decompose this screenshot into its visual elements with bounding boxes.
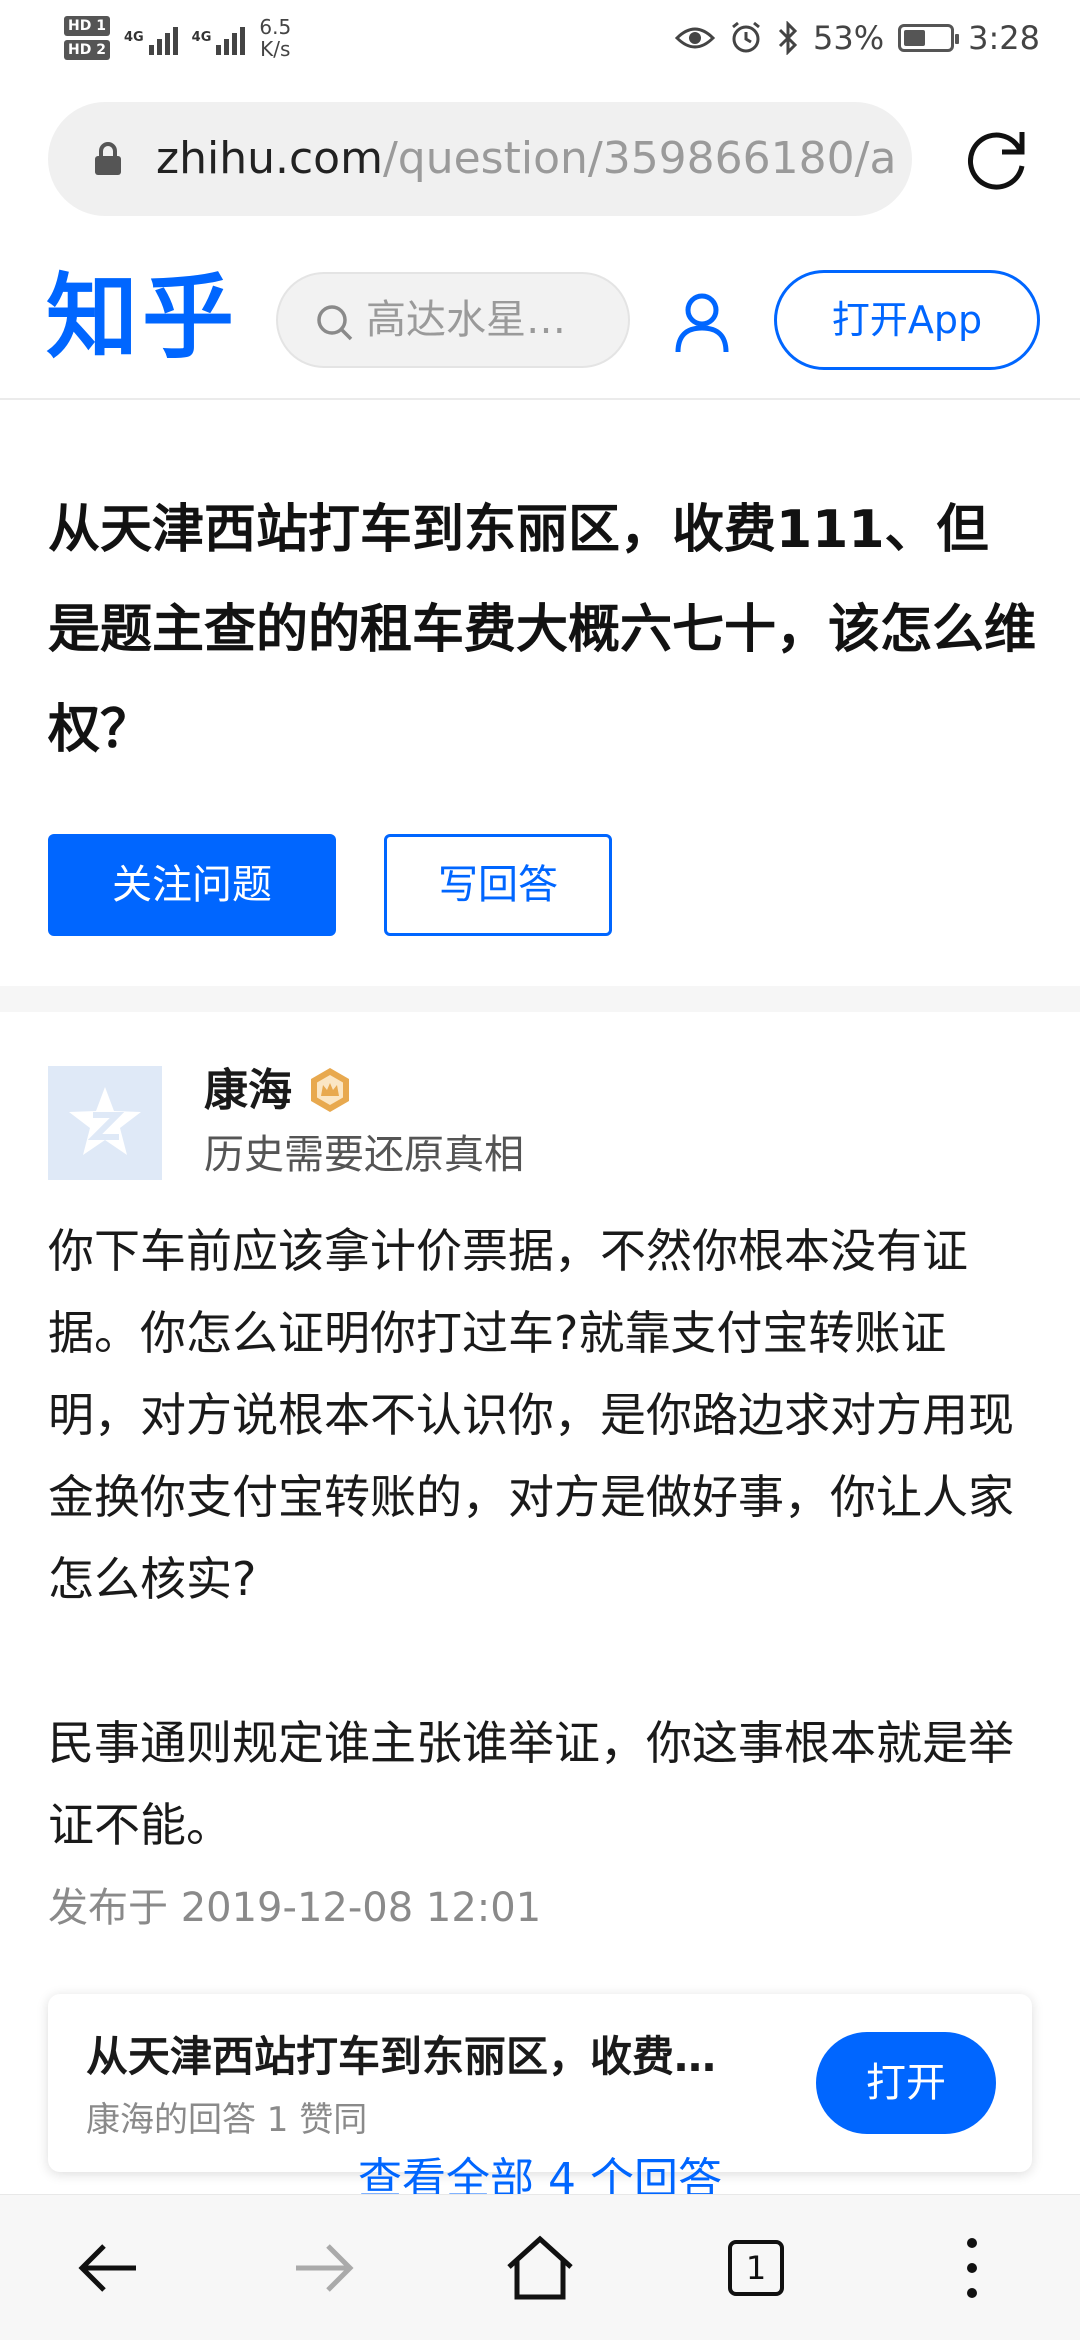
forward-button[interactable] — [264, 2195, 384, 2340]
open-in-app-card[interactable]: 从天津西站打车到东丽区，收费… 康海的回答 1 赞同 打开 — [48, 1994, 1032, 2172]
card-meta: 康海的回答 1 赞同 — [86, 2100, 368, 2140]
back-arrow-icon — [78, 2244, 136, 2292]
zhihu-logo[interactable]: 知乎 — [46, 268, 238, 368]
author-bio: 历史需要还原真相 — [204, 1132, 524, 1178]
signal-icon: 4G — [192, 21, 246, 55]
badge-icon — [311, 1068, 349, 1112]
home-icon — [507, 2235, 573, 2300]
default-avatar-icon — [69, 1087, 141, 1155]
menu-button[interactable] — [912, 2195, 1032, 2340]
status-bar-right: 53% 3:28 — [675, 10, 1040, 66]
site-header: 知乎 高达水星… 打开App — [0, 246, 1080, 400]
answer-paragraph: 你下车前应该拿计价票据，不然你根本没有证据。你怎么证明你打过车?就靠支付宝转账证… — [48, 1224, 1014, 1606]
browser-address-row: zhihu.com/question/359866180/a — [0, 76, 1080, 246]
tabs-button[interactable]: 1 — [696, 2195, 816, 2340]
speed-unit: K/s — [260, 37, 291, 61]
open-app-button[interactable]: 打开App — [774, 270, 1040, 370]
address-bar[interactable]: zhihu.com/question/359866180/a — [48, 102, 912, 216]
tab-count: 1 — [745, 2249, 767, 2287]
lock-icon — [95, 142, 121, 175]
reload-icon[interactable] — [960, 122, 1032, 194]
sim-indicators: HD 1 HD 2 — [64, 16, 110, 60]
sim1-badge: HD 1 — [64, 16, 110, 36]
follow-question-button[interactable]: 关注问题 — [48, 834, 336, 936]
publish-time: 发布于 2019-12-08 12:01 — [48, 1885, 542, 1931]
question-section: 从天津西站打车到东丽区，收费111、但是题主查的的租车费大概六七十，该怎么维权？… — [0, 400, 1080, 986]
question-title[interactable]: 从天津西站打车到东丽区，收费111、但是题主查的的租车费大概六七十，该怎么维权？ — [48, 480, 1038, 780]
avatar[interactable] — [48, 1066, 162, 1180]
battery-icon — [898, 24, 960, 52]
clock: 3:28 — [968, 19, 1040, 57]
answer-content[interactable]: 你下车前应该拿计价票据，不然你根本没有证据。你怎么证明你打过车?就靠支付宝转账证… — [48, 1210, 1038, 1866]
browser-bottom-nav: 1 — [0, 2194, 1080, 2340]
eye-icon — [675, 27, 716, 49]
network-speed: 6.5 K/s — [259, 16, 291, 60]
section-divider — [0, 986, 1080, 1012]
answer-paragraph: 民事通则规定谁主张谁举证，你这事根本就是举证不能。 — [48, 1716, 1014, 1852]
bluetooth-icon — [778, 21, 798, 55]
tab-count-icon: 1 — [728, 2240, 784, 2296]
search-icon — [317, 305, 353, 341]
speed-value: 6.5 — [259, 15, 292, 39]
user-icon[interactable] — [674, 292, 730, 354]
write-answer-button[interactable]: 写回答 — [384, 834, 612, 936]
search-placeholder: 高达水星… — [366, 297, 566, 343]
status-bar: HD 1 HD 2 4G 4G 6.5 K/s 53% 3:28 — [0, 0, 1080, 76]
author-name[interactable]: 康海 — [204, 1064, 292, 1118]
search-input[interactable]: 高达水星… — [276, 272, 630, 368]
battery-level — [904, 30, 925, 46]
answer-item: 康海 历史需要还原真相 你下车前应该拿计价票据，不然你根本没有证据。你怎么证明你… — [0, 1012, 1080, 2192]
status-bar-left: HD 1 HD 2 4G 4G 6.5 K/s — [64, 10, 291, 66]
network-type-label: 4G — [191, 30, 212, 45]
url-host: zhihu.com — [156, 133, 383, 184]
signal-icon: 4G — [124, 21, 178, 55]
network-type-label: 4G — [123, 30, 144, 45]
sim2-badge: HD 2 — [64, 40, 110, 60]
battery-percent: 53% — [813, 19, 885, 57]
back-button[interactable] — [48, 2195, 168, 2340]
alarm-icon — [732, 21, 760, 53]
card-title: 从天津西站打车到东丽区，收费… — [86, 2032, 717, 2081]
card-open-button[interactable]: 打开 — [816, 2032, 996, 2134]
home-button[interactable] — [480, 2195, 600, 2340]
forward-arrow-icon — [296, 2244, 354, 2292]
url-path: /question/359866180/a — [382, 133, 897, 184]
more-vertical-icon — [967, 2238, 977, 2298]
url-text: zhihu.com/question/359866180/a — [156, 132, 896, 186]
